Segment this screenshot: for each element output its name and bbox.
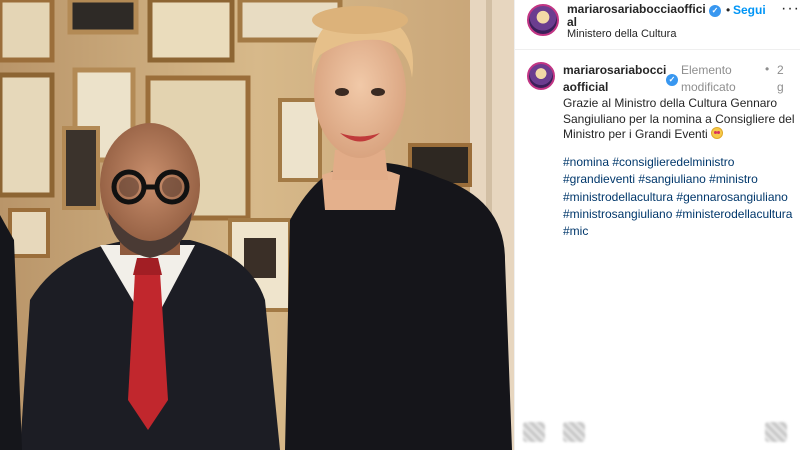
verified-badge-icon: ✓ <box>709 5 721 17</box>
author-username[interactable]: mariarosariabocciaofficial <box>567 3 707 29</box>
header-separator: • <box>726 3 731 17</box>
hashtag-list: #nomina #consiglieredelministro #grandie… <box>563 154 795 240</box>
hashtag-link[interactable]: #consiglieredelministro <box>612 155 734 169</box>
post-photo[interactable] <box>0 0 514 450</box>
comment-avatar[interactable] <box>527 62 555 90</box>
hashtag-link[interactable]: #grandieventi <box>563 172 635 186</box>
hashtag-link[interactable]: #ministro <box>709 172 758 186</box>
follow-button[interactable]: Segui <box>733 3 766 17</box>
post-location[interactable]: Ministero della Cultura <box>567 28 676 40</box>
hashtag-link[interactable]: #gennarosangiuliano <box>676 190 787 204</box>
like-icon[interactable] <box>523 422 545 442</box>
hashtag-link[interactable]: #mic <box>563 224 588 238</box>
photo-illustration <box>0 0 514 450</box>
edited-label: Elemento modificato <box>681 63 736 94</box>
caption-text: Grazie al Ministro della Cultura Gennaro… <box>563 96 795 143</box>
caption-body: Grazie al Ministro della Cultura Gennaro… <box>563 96 795 141</box>
save-icon[interactable] <box>765 422 787 442</box>
more-options-icon[interactable]: ··· <box>781 0 800 18</box>
comment-separator: • <box>765 62 770 76</box>
hashtag-link[interactable]: #ministerodellacultura <box>676 207 793 221</box>
post-header: mariarosariabocciaofficial ✓ • Segui ···… <box>515 0 800 50</box>
heart-eyes-emoji-icon <box>711 127 724 139</box>
author-avatar[interactable] <box>527 4 559 36</box>
post-side-panel: mariarosariabocciaofficial ✓ • Segui ···… <box>514 0 800 450</box>
hashtag-link[interactable]: #ministrodellacultura <box>563 190 673 204</box>
hashtag-link[interactable]: #sangiuliano <box>638 172 705 186</box>
verified-badge-icon: ✓ <box>666 74 678 86</box>
action-bar <box>515 418 800 446</box>
hashtag-link[interactable]: #nomina <box>563 155 609 169</box>
comment-icon[interactable] <box>563 422 585 442</box>
comment-timestamp[interactable]: 2g <box>777 62 787 96</box>
comment-username[interactable]: mariarosariabocciaofficial <box>563 62 673 96</box>
hashtag-link[interactable]: #ministrosangiuliano <box>563 207 672 221</box>
